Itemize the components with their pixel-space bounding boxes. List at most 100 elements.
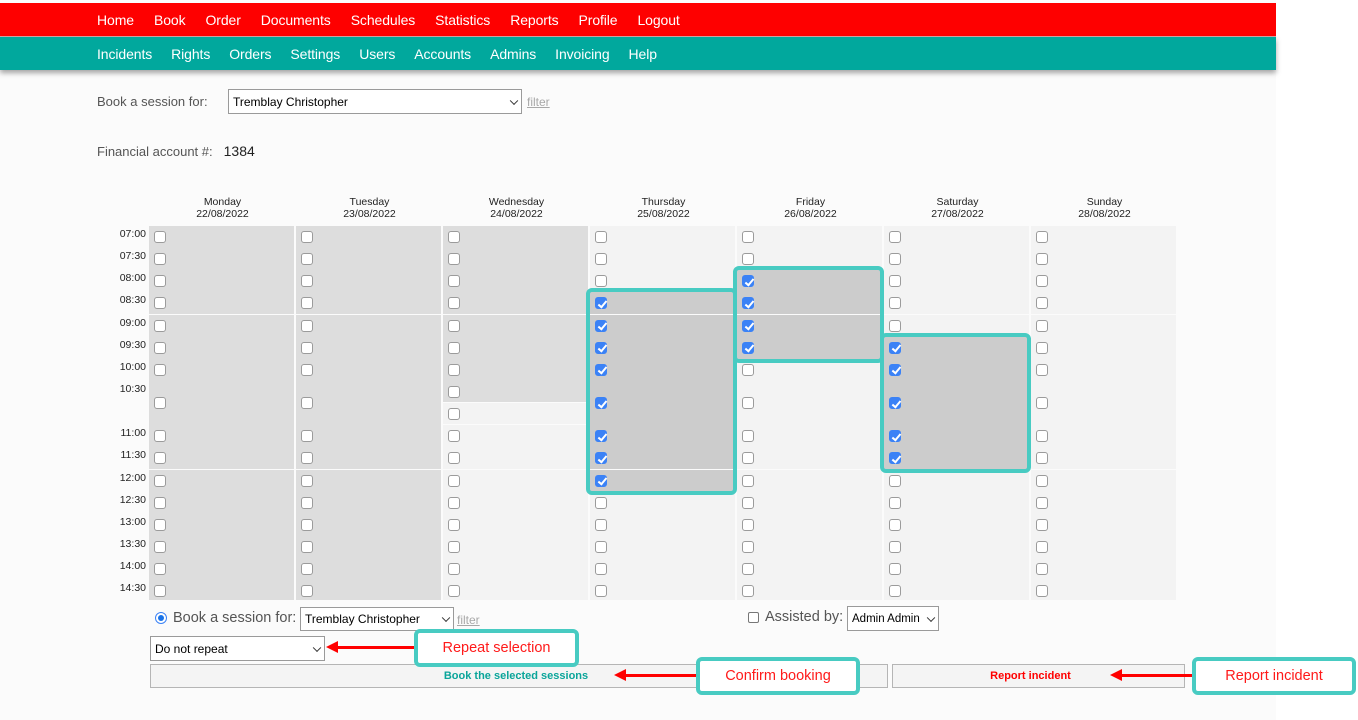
- checkbox[interactable]: [448, 563, 460, 576]
- checkbox-checked[interactable]: [742, 341, 754, 354]
- checkbox[interactable]: [448, 275, 460, 288]
- checkbox[interactable]: [742, 518, 754, 531]
- slot-sunday-0930[interactable]: [1031, 336, 1176, 359]
- slot-sunday-0730[interactable]: [1031, 248, 1176, 271]
- checkbox[interactable]: [301, 585, 313, 598]
- checkbox[interactable]: [301, 496, 313, 509]
- checkbox[interactable]: [154, 397, 166, 410]
- slot-thursday-1330[interactable]: [590, 535, 735, 558]
- nav-book[interactable]: Book: [154, 12, 186, 28]
- checkbox[interactable]: [301, 474, 313, 487]
- slot-saturday-1400[interactable]: [884, 558, 1029, 581]
- checkbox[interactable]: [154, 563, 166, 576]
- slot-thursday-0900[interactable]: [590, 314, 735, 337]
- slot-thursday-0800[interactable]: [590, 270, 735, 293]
- slot-tuesday-0930[interactable]: [296, 336, 441, 359]
- checkbox[interactable]: [154, 585, 166, 598]
- checkbox[interactable]: [742, 496, 754, 509]
- checkbox[interactable]: [1036, 518, 1048, 531]
- slot-sunday-1100[interactable]: [1031, 425, 1176, 448]
- checkbox[interactable]: [154, 430, 166, 443]
- checkbox[interactable]: [301, 363, 313, 376]
- checkbox[interactable]: [301, 275, 313, 288]
- checkbox[interactable]: [448, 452, 460, 465]
- checkbox[interactable]: [595, 563, 607, 576]
- slot-monday-1130[interactable]: [149, 447, 294, 470]
- slot-monday-1230[interactable]: [149, 491, 294, 514]
- person-select-bottom[interactable]: Tremblay Christopher: [300, 607, 454, 631]
- checkbox[interactable]: [1036, 253, 1048, 266]
- checkbox[interactable]: [889, 297, 901, 310]
- checkbox[interactable]: [301, 540, 313, 553]
- nav-home[interactable]: Home: [97, 12, 134, 28]
- slot-wednesday-1130[interactable]: [443, 447, 588, 470]
- nav-logout[interactable]: Logout: [638, 12, 680, 28]
- checkbox-checked[interactable]: [889, 341, 901, 354]
- checkbox[interactable]: [595, 253, 607, 266]
- checkbox[interactable]: [448, 474, 460, 487]
- slot-thursday-1400[interactable]: [590, 558, 735, 581]
- checkbox-checked[interactable]: [889, 430, 901, 443]
- filter-link[interactable]: filter: [527, 95, 550, 109]
- checkbox[interactable]: [742, 363, 754, 376]
- slot-friday-0730[interactable]: [737, 248, 882, 271]
- slot-monday-1430[interactable]: [149, 580, 294, 603]
- checkbox[interactable]: [154, 474, 166, 487]
- slot-sunday-1130[interactable]: [1031, 447, 1176, 470]
- checkbox-checked[interactable]: [742, 297, 754, 310]
- checkbox[interactable]: [301, 297, 313, 310]
- book-for-radio[interactable]: [155, 612, 167, 624]
- checkbox[interactable]: [448, 253, 460, 266]
- slot-monday-0830[interactable]: [149, 292, 294, 315]
- slot-wednesday-1100[interactable]: [443, 425, 588, 448]
- slot-thursday-1200[interactable]: [590, 469, 735, 492]
- checkbox-checked[interactable]: [595, 341, 607, 354]
- slot-monday-0930[interactable]: [149, 336, 294, 359]
- slot-tuesday-0730[interactable]: [296, 248, 441, 271]
- checkbox[interactable]: [154, 253, 166, 266]
- checkbox[interactable]: [448, 430, 460, 443]
- nav-reports[interactable]: Reports: [510, 12, 558, 28]
- checkbox[interactable]: [1036, 496, 1048, 509]
- slot-wednesday-0800[interactable]: [443, 270, 588, 293]
- slot-saturday-0800[interactable]: [884, 270, 1029, 293]
- slot-tuesday-0700[interactable]: [296, 226, 441, 248]
- slot-wednesday-0730[interactable]: [443, 248, 588, 271]
- person-select[interactable]: Tremblay Christopher: [228, 89, 522, 114]
- checkbox[interactable]: [1036, 231, 1048, 243]
- slot-wednesday-1400[interactable]: [443, 558, 588, 581]
- slot-sunday-1430[interactable]: [1031, 580, 1176, 603]
- checkbox[interactable]: [448, 231, 460, 243]
- checkbox[interactable]: [154, 231, 166, 243]
- slot-friday-1430[interactable]: [737, 580, 882, 603]
- checkbox[interactable]: [448, 341, 460, 354]
- slot-friday-0930[interactable]: [737, 336, 882, 359]
- checkbox[interactable]: [889, 585, 901, 598]
- checkbox-checked[interactable]: [889, 397, 901, 410]
- slot-saturday-1030[interactable]: [884, 381, 1029, 426]
- checkbox[interactable]: [301, 231, 313, 243]
- slot-sunday-1300[interactable]: [1031, 513, 1176, 536]
- checkbox[interactable]: [154, 341, 166, 354]
- slot-monday-0900[interactable]: [149, 314, 294, 337]
- checkbox[interactable]: [154, 297, 166, 310]
- checkbox[interactable]: [301, 518, 313, 531]
- nav-schedules[interactable]: Schedules: [351, 12, 416, 28]
- checkbox-checked[interactable]: [595, 474, 607, 487]
- slot-friday-1200[interactable]: [737, 469, 882, 492]
- checkbox[interactable]: [1036, 585, 1048, 598]
- slot-friday-1130[interactable]: [737, 447, 882, 470]
- slot-sunday-0830[interactable]: [1031, 292, 1176, 315]
- checkbox[interactable]: [742, 474, 754, 487]
- slot-wednesday-0930[interactable]: [443, 336, 588, 359]
- nav-statistics[interactable]: Statistics: [435, 12, 490, 28]
- slot-saturday-0830[interactable]: [884, 292, 1029, 315]
- checkbox[interactable]: [889, 518, 901, 531]
- checkbox[interactable]: [1036, 319, 1048, 332]
- slot-sunday-1230[interactable]: [1031, 491, 1176, 514]
- checkbox[interactable]: [1036, 275, 1048, 288]
- slot-thursday-0830[interactable]: [590, 292, 735, 315]
- checkbox[interactable]: [889, 474, 901, 487]
- slot-friday-0700[interactable]: [737, 226, 882, 248]
- checkbox[interactable]: [448, 319, 460, 332]
